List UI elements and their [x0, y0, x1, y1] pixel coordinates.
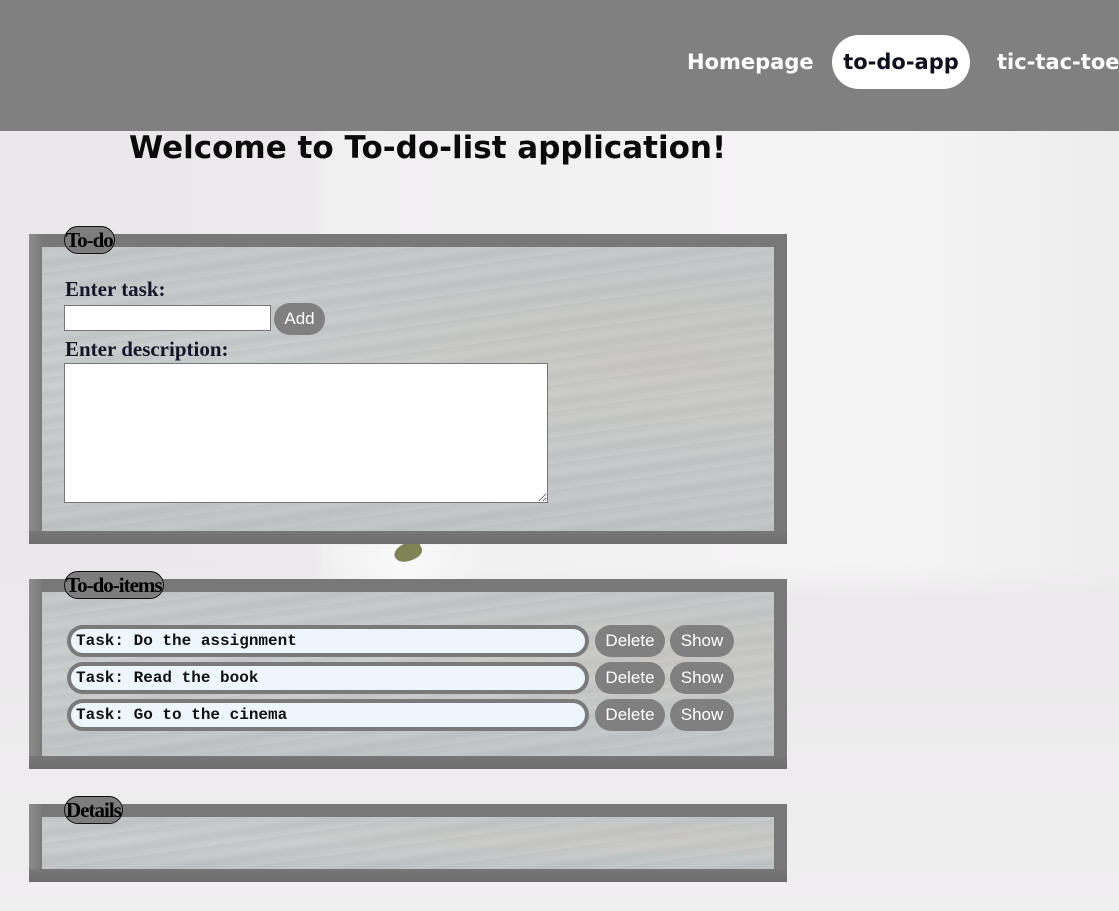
todo-items-panel: To-do-items Task: Do the assignment Dele… [29, 571, 787, 769]
delete-task-button[interactable]: Delete [595, 699, 665, 731]
page-title: Welcome to To-do-list application! [129, 130, 727, 166]
nav-link-to-do-app[interactable]: to-do-app [832, 35, 970, 89]
top-navbar: Homepage to-do-app tic-tac-toe [0, 0, 1119, 131]
todo-form-panel: To-do Enter task: Add Enter description: [29, 226, 787, 544]
task-text[interactable]: Task: Go to the cinema [67, 699, 589, 731]
details-legend: Details [64, 796, 123, 824]
show-task-button[interactable]: Show [670, 662, 734, 694]
task-text[interactable]: Task: Read the book [67, 662, 589, 694]
delete-task-button[interactable]: Delete [595, 625, 665, 657]
nav-link-tic-tac-toe[interactable]: tic-tac-toe [983, 35, 1119, 89]
show-task-button[interactable]: Show [670, 625, 734, 657]
todo-form-legend: To-do [64, 226, 115, 254]
nav-link-homepage[interactable]: Homepage [673, 35, 828, 89]
show-task-button[interactable]: Show [670, 699, 734, 731]
description-label: Enter description: [65, 337, 229, 361]
add-task-button[interactable]: Add [274, 303, 325, 335]
task-input[interactable] [64, 305, 271, 331]
details-panel: Details [29, 796, 787, 882]
description-textarea[interactable] [64, 363, 548, 503]
panel-wood-background [42, 817, 774, 869]
delete-task-button[interactable]: Delete [595, 662, 665, 694]
task-label: Enter task: [65, 277, 166, 301]
todo-items-legend: To-do-items [64, 571, 164, 599]
task-text[interactable]: Task: Do the assignment [67, 625, 589, 657]
